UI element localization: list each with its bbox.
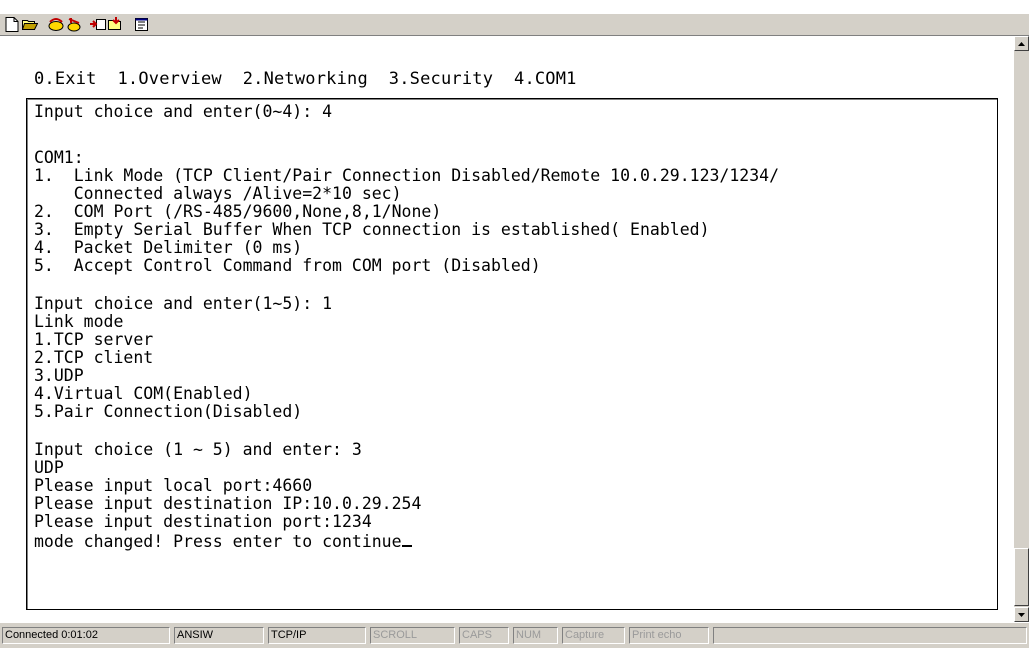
terminal-line: 1. Link Mode (TCP Client/Pair Connection… (34, 166, 780, 185)
terminal-line: Input choice (1 ~ 5) and enter: 3 (34, 440, 362, 459)
terminal-line: Connected always /Alive=2*10 sec) (34, 184, 402, 203)
terminal-line: Input choice and enter(1~5): 1 (34, 294, 333, 313)
terminal-line: 5.Pair Connection(Disabled) (34, 402, 303, 421)
scroll-down-button[interactable] (1014, 607, 1029, 622)
status-emulation: ANSIW (174, 627, 264, 644)
terminal-client-area[interactable]: 0.Exit 1.Overview 2.Networking 3.Securit… (0, 36, 1014, 622)
terminal-line: 3.UDP (34, 366, 84, 385)
receive-icon[interactable] (108, 16, 124, 32)
toolbar (0, 14, 1029, 36)
terminal-line: Input choice and enter(0~4): 4 (34, 102, 333, 121)
status-capture: Capture (562, 627, 625, 644)
terminal-line: 1.TCP server (34, 330, 154, 349)
status-num: NUM (513, 627, 558, 644)
status-scroll: SCROLL (370, 627, 455, 644)
terminal-line: Please input local port:4660 (34, 476, 313, 495)
status-bar: Connected 0:01:02 ANSIW TCP/IP SCROLL CA… (0, 622, 1029, 648)
open-icon[interactable] (22, 16, 38, 32)
send-icon[interactable] (90, 16, 106, 32)
terminal-output-box[interactable]: Input choice and enter(0~4): 4 COM1: 1. Li… (26, 98, 998, 610)
status-protocol: TCP/IP (268, 627, 366, 644)
scroll-down-icon (1018, 612, 1025, 617)
status-connected: Connected 0:01:02 (2, 627, 170, 644)
vertical-scrollbar[interactable] (1014, 36, 1029, 622)
status-empty-pane (713, 627, 1027, 644)
terminal-line: Link mode (34, 312, 124, 331)
disconnect-icon[interactable] (66, 16, 82, 32)
terminal-line: UDP (34, 458, 64, 477)
terminal-line: 2. COM Port (/RS-485/9600,None,8,1/None) (34, 202, 442, 221)
scroll-thumb[interactable] (1014, 548, 1029, 606)
scroll-up-button[interactable] (1014, 36, 1029, 51)
connect-icon[interactable] (48, 16, 64, 32)
terminal-line: Please input destination IP:10.0.29.254 (34, 494, 422, 513)
terminal-line: 5. Accept Control Command from COM port … (34, 256, 541, 275)
terminal-line: COM1: (34, 148, 84, 167)
new-icon[interactable] (4, 16, 20, 32)
terminal-line: 3. Empty Serial Buffer When TCP connecti… (34, 220, 710, 239)
terminal-prompt-line: mode changed! Press enter to continue (34, 531, 412, 551)
main-menu-line: 0.Exit 1.Overview 2.Networking 3.Securit… (34, 69, 577, 89)
scroll-up-icon (1018, 41, 1025, 46)
terminal-line: Please input destination port:1234 (34, 512, 372, 531)
status-caps: CAPS (459, 627, 509, 644)
terminal-line: 4. Packet Delimiter (0 ms) (34, 238, 303, 257)
terminal-line: 2.TCP client (34, 348, 154, 367)
text-cursor (401, 531, 412, 547)
window-top-strip (0, 0, 1029, 14)
status-print-echo: Print echo (629, 627, 709, 644)
terminal-line: 4.Virtual COM(Enabled) (34, 384, 253, 403)
properties-icon[interactable] (134, 16, 150, 32)
